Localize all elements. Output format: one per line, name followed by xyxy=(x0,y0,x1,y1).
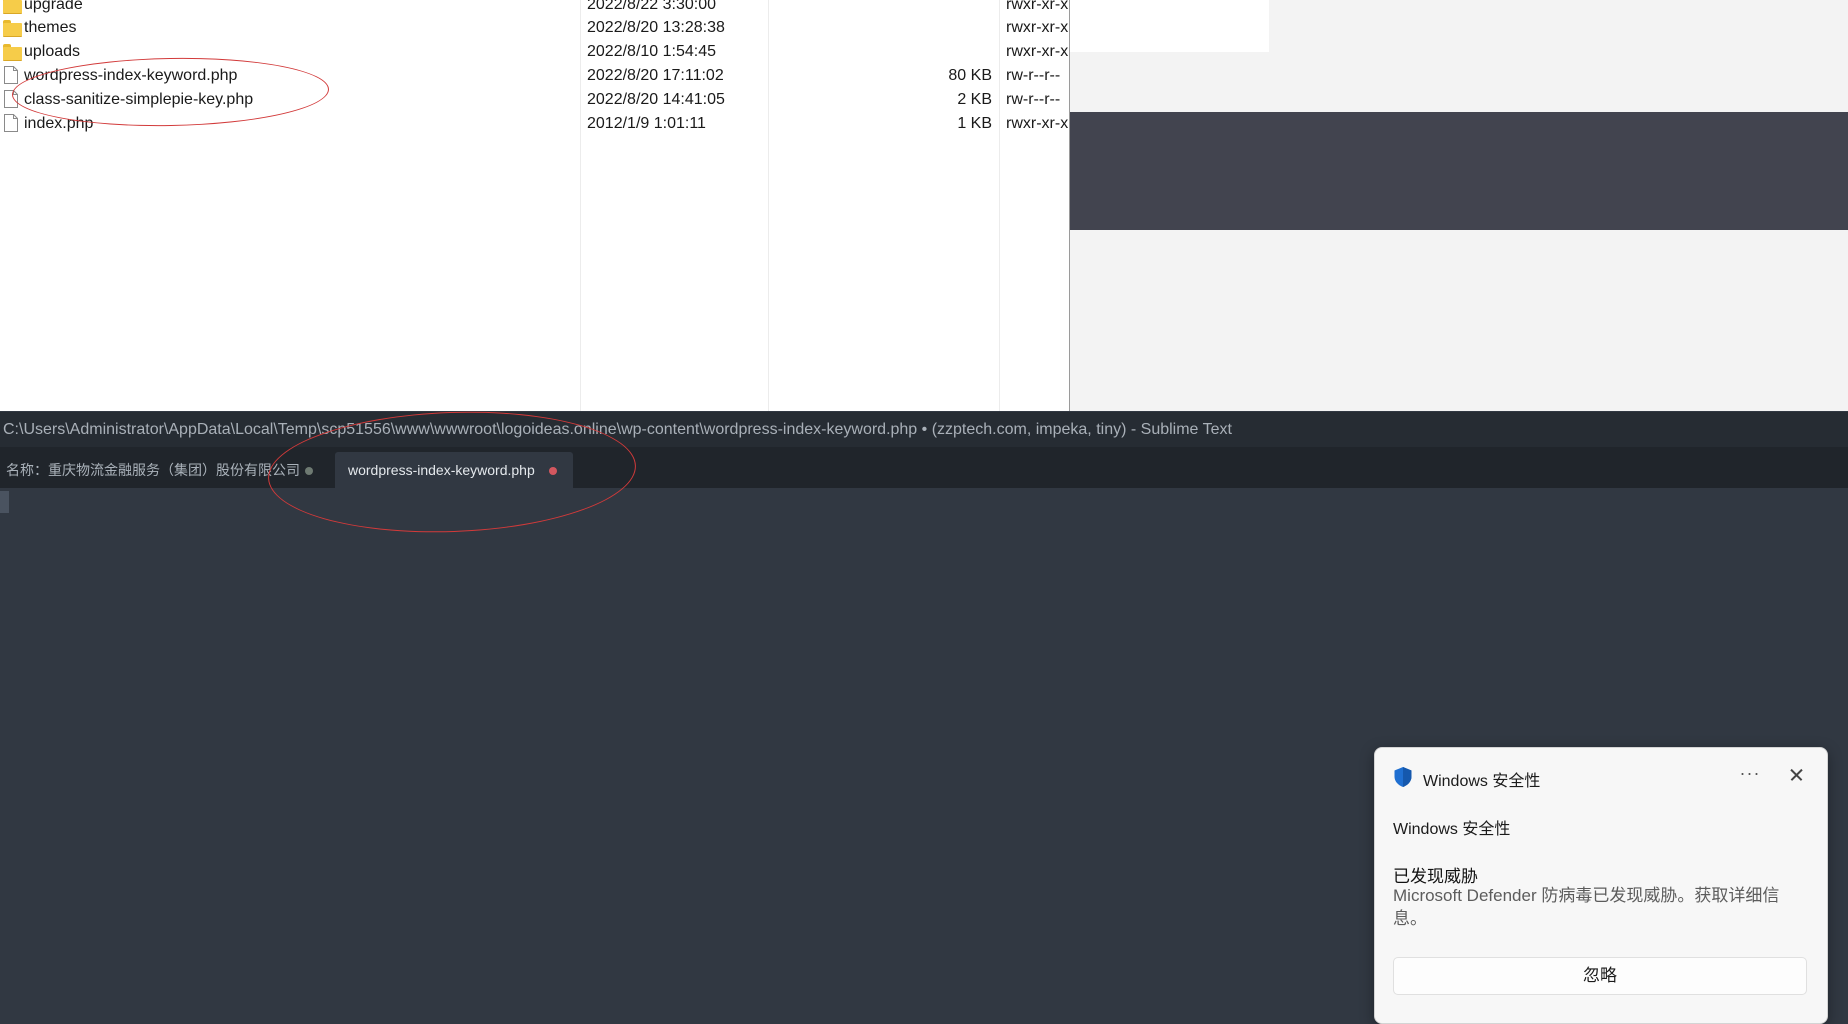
saved-dot-icon[interactable] xyxy=(305,467,313,475)
file-icon xyxy=(4,66,18,84)
file-permissions: rwxr-xr-x xyxy=(1006,43,1068,60)
file-size: 1 KB xyxy=(957,115,992,132)
file-permissions: rwxr-xr-x xyxy=(1006,115,1068,132)
file-row[interactable]: upgrade 2022/8/22 3:30:00 rwxr-xr-x xyxy=(0,0,1069,17)
file-permissions: rw-r--r-- xyxy=(1006,67,1061,84)
file-row[interactable]: themes 2022/8/20 13:28:38 rwxr-xr-x xyxy=(0,16,1069,40)
background-band xyxy=(1070,112,1848,230)
file-name: class-sanitize-simplepie-key.php xyxy=(24,91,254,108)
close-icon[interactable] xyxy=(1781,760,1811,790)
background-panel xyxy=(1070,0,1269,52)
tab-wordpress-index-keyword[interactable]: wordpress-index-keyword.php xyxy=(335,452,573,488)
folder-icon xyxy=(3,44,22,61)
unsaved-dot-icon[interactable] xyxy=(549,467,557,475)
folder-icon xyxy=(3,20,22,37)
file-icon xyxy=(4,90,18,108)
file-row[interactable]: wordpress-index-keyword.php 2022/8/20 17… xyxy=(0,64,1069,88)
shield-icon xyxy=(1394,767,1412,787)
file-permissions: rw-r--r-- xyxy=(1006,91,1061,108)
file-size: 80 KB xyxy=(948,67,992,84)
file-row[interactable]: class-sanitize-simplepie-key.php 2022/8/… xyxy=(0,88,1069,112)
file-date: 2012/1/9 1:01:11 xyxy=(587,115,706,132)
folder-icon xyxy=(3,0,22,14)
windows-security-toast[interactable]: Windows 安全性 ··· Windows 安全性 已发现威胁 Micros… xyxy=(1374,747,1828,1024)
tab-label: 名称：重庆物流金融服务（集团）股份有限公司 xyxy=(6,462,300,478)
file-date: 2022/8/22 3:30:00 xyxy=(587,0,717,13)
file-date: 2022/8/10 1:54:45 xyxy=(587,43,717,60)
file-permissions: rwxr-xr-x xyxy=(1006,19,1068,36)
window-title: C:\Users\Administrator\AppData\Local\Tem… xyxy=(0,412,1848,447)
background-window xyxy=(1070,0,1848,411)
text-cursor xyxy=(0,491,9,513)
dismiss-button[interactable]: 忽略 xyxy=(1393,957,1807,995)
file-name: themes xyxy=(24,19,77,36)
file-row[interactable]: uploads 2022/8/10 1:54:45 rwxr-xr-x xyxy=(0,40,1069,64)
file-name: wordpress-index-keyword.php xyxy=(24,67,238,84)
file-date: 2022/8/20 13:28:38 xyxy=(587,19,725,36)
file-date: 2022/8/20 17:11:02 xyxy=(587,67,724,84)
file-name: index.php xyxy=(24,115,94,132)
file-date: 2022/8/20 14:41:05 xyxy=(587,91,725,108)
toast-message[interactable]: Microsoft Defender 防病毒已发现威胁。获取详细信息。 xyxy=(1393,884,1809,930)
file-size: 2 KB xyxy=(957,91,992,108)
editor-tab-bar: 名称：重庆物流金融服务（集团）股份有限公司 wordpress-index-ke… xyxy=(0,447,1848,488)
tab-company-name[interactable]: 名称：重庆物流金融服务（集团）股份有限公司 xyxy=(0,452,330,488)
more-options-icon[interactable]: ··· xyxy=(1735,760,1765,790)
file-name: upgrade xyxy=(24,0,83,13)
file-icon xyxy=(4,114,18,132)
toast-app-name: Windows 安全性 xyxy=(1423,773,1541,790)
file-permissions: rwxr-xr-x xyxy=(1006,0,1068,13)
tab-label: wordpress-index-keyword.php xyxy=(348,462,535,478)
file-row[interactable]: index.php 2012/1/9 1:01:11 1 KB rwxr-xr-… xyxy=(0,112,1069,136)
remote-file-panel: upgrade 2022/8/22 3:30:00 rwxr-xr-x them… xyxy=(0,0,1070,411)
toast-header: Windows 安全性 xyxy=(1393,821,1511,838)
file-name: uploads xyxy=(24,43,81,60)
